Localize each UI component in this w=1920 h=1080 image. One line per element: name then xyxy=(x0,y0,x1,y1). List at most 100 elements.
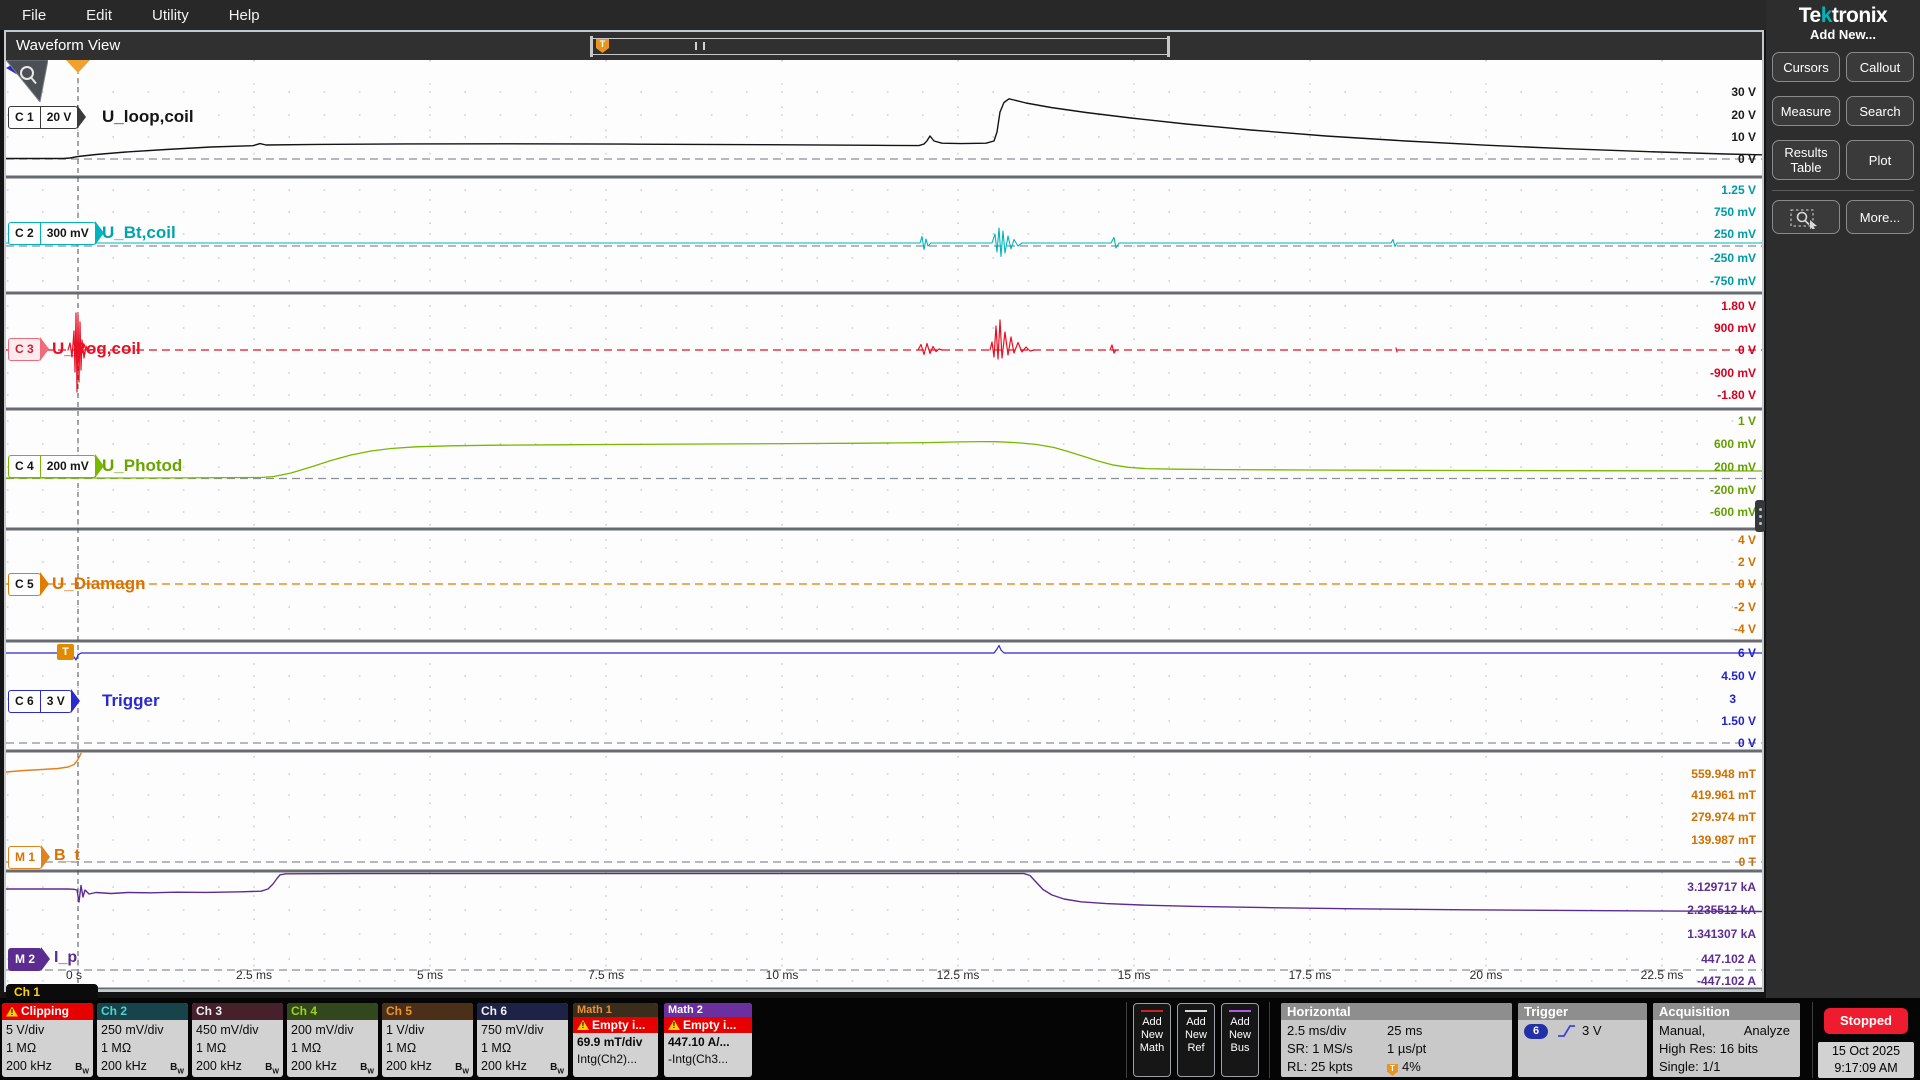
trace-m2 xyxy=(6,874,1762,912)
trace-c1 xyxy=(6,99,1762,159)
channel-id: C 1 xyxy=(9,107,40,128)
menu-utility[interactable]: Utility xyxy=(152,7,189,24)
menu-file[interactable]: File xyxy=(22,7,46,24)
scale-label: 600 mV xyxy=(1714,436,1756,452)
waveform-view-title: Waveform View xyxy=(6,37,120,54)
channel-label-c1[interactable]: U_loop,coil xyxy=(102,107,194,127)
scale-label: 4 V xyxy=(1738,532,1756,548)
channel-label-c5[interactable]: U_Diamagn xyxy=(52,574,146,594)
x-tick-label: 17.5 ms xyxy=(1280,968,1340,983)
x-tick-label: 10 ms xyxy=(752,968,812,983)
channel-handle-c4[interactable]: C 4 200 mV xyxy=(8,455,96,478)
scale-label: 447.102 A xyxy=(1701,951,1756,967)
record-left-cap xyxy=(590,36,593,57)
run-stop-status-button[interactable]: Stopped xyxy=(1824,1008,1908,1034)
add-new-label[interactable]: Add New... xyxy=(1766,27,1920,43)
channel-label-c3[interactable]: U_Rog,coil xyxy=(52,339,141,359)
x-tick-label: 2.5 ms xyxy=(224,968,284,983)
scale-label: -600 mV xyxy=(1710,504,1756,520)
channel-handle-c3[interactable]: C 3 xyxy=(8,338,41,361)
channel-handle-c2[interactable]: C 2 300 mV xyxy=(8,222,96,245)
trigger-position-marker[interactable]: T xyxy=(596,39,609,53)
channel-badge-ch3[interactable]: Ch 3 450 mV/div1 MΩ 200 kHzBW xyxy=(192,1003,283,1077)
math2-badge[interactable]: Math 2 !Empty i... 447.10 A/...-Intg(Ch3… xyxy=(664,1003,752,1077)
scale-label: 750 mV xyxy=(1714,204,1756,220)
channel-badge-ch5[interactable]: Ch 5 1 V/div1 MΩ 200 kHzBW xyxy=(382,1003,473,1077)
math-waveform-icon xyxy=(1141,1010,1163,1012)
callout-button[interactable]: Callout xyxy=(1846,52,1914,82)
results-table-button[interactable]: Results Table xyxy=(1772,140,1840,180)
zoom-mode-icon xyxy=(1790,205,1822,229)
scale-label: -200 mV xyxy=(1710,482,1756,498)
channel-id: C 5 xyxy=(9,574,40,595)
graticule: 30 V 20 V 10 V 0 V 1.25 V 750 mV 250 mV … xyxy=(6,60,1762,990)
scale-label: 4.50 V xyxy=(1721,668,1756,684)
channel-handle-c5[interactable]: C 5 xyxy=(8,573,41,596)
scale-label: 1.341307 kA xyxy=(1687,926,1756,942)
add-new-math-button[interactable]: Add New Math xyxy=(1133,1003,1171,1077)
scale-label: 1.25 V xyxy=(1721,182,1756,198)
channel-label-c2[interactable]: U_Bt,coil xyxy=(102,223,176,243)
channel-label-m1[interactable]: B_t xyxy=(54,846,80,866)
panel-divider xyxy=(1772,190,1914,191)
channel-handle-c6[interactable]: C 6 3 V xyxy=(8,690,72,713)
scale-label: 0 V xyxy=(1738,576,1756,592)
trigger-source-number: 6 xyxy=(1524,1024,1548,1039)
bus-waveform-icon xyxy=(1229,1010,1251,1012)
channel-scale: 300 mV xyxy=(40,223,95,244)
channel-label-m2[interactable]: I_p xyxy=(54,948,77,968)
scale-label: 250 mV xyxy=(1714,226,1756,242)
channel-badge-ch2[interactable]: Ch 2 250 mV/div1 MΩ 200 kHzBW xyxy=(97,1003,188,1077)
channel-handle-m2[interactable]: M 2 xyxy=(8,948,42,971)
search-button[interactable]: Search xyxy=(1846,96,1914,126)
trigger-source-badge[interactable]: T xyxy=(57,644,74,660)
zoom-mode-button[interactable] xyxy=(1772,200,1840,234)
measure-button[interactable]: Measure xyxy=(1772,96,1840,126)
panel-drag-handle-icon[interactable] xyxy=(1755,500,1765,532)
menu-bar: File Edit Utility Help xyxy=(0,0,1766,30)
expansion-tick xyxy=(703,42,705,50)
scale-label: 6 V xyxy=(1738,645,1756,661)
trigger-panel[interactable]: Trigger 6 3 V xyxy=(1518,1003,1647,1077)
bottom-separator xyxy=(1812,1002,1813,1078)
x-tick-label: 22.5 ms xyxy=(1632,968,1692,983)
menu-help[interactable]: Help xyxy=(229,7,260,24)
channel-id: C 6 xyxy=(9,691,40,712)
record-right-cap xyxy=(1167,36,1170,57)
scale-label: 0 V xyxy=(1738,151,1756,167)
channel-id: C 4 xyxy=(9,456,40,477)
trigger-position-top-marker[interactable] xyxy=(66,60,90,73)
channel-scale: 20 V xyxy=(40,107,78,128)
channel-badge-ch1[interactable]: !Clipping 5 V/div1 MΩ 200 kHzBW xyxy=(2,1003,93,1077)
channel-badge-ch4[interactable]: Ch 4 200 mV/div1 MΩ 200 kHzBW xyxy=(287,1003,378,1077)
scale-label: 0 T xyxy=(1739,854,1756,870)
zoom-corner-icon[interactable] xyxy=(6,60,48,102)
scale-label: 900 mV xyxy=(1714,320,1756,336)
channel-badge-ch6[interactable]: Ch 6 750 mV/div1 MΩ 200 kHzBW xyxy=(477,1003,568,1077)
scale-label: 200 mV xyxy=(1714,459,1756,475)
math1-badge[interactable]: Math 1 !Empty i... 69.9 mT/divIntg(Ch2).… xyxy=(573,1003,658,1077)
horizontal-panel[interactable]: Horizontal 2.5 ms/div25 ms SR: 1 MS/s1 µ… xyxy=(1281,1003,1512,1077)
trace-m1 xyxy=(6,754,81,773)
add-new-bus-button[interactable]: Add New Bus xyxy=(1221,1003,1259,1077)
scale-label: 419.961 mT xyxy=(1691,787,1756,803)
more-button[interactable]: More... xyxy=(1846,200,1914,234)
expansion-tick xyxy=(695,42,697,50)
channel-label-c6[interactable]: Trigger xyxy=(102,691,160,711)
channel-label-c4[interactable]: U_Photod xyxy=(102,456,182,476)
trace-c2 xyxy=(6,228,1762,257)
selected-channel-tab[interactable]: Ch 1 xyxy=(6,984,98,1000)
cursors-button[interactable]: Cursors xyxy=(1772,52,1840,82)
menu-edit[interactable]: Edit xyxy=(86,7,112,24)
x-tick-label: 7.5 ms xyxy=(576,968,636,983)
record-view-bracket[interactable]: T xyxy=(590,38,1170,55)
slope-rising-icon xyxy=(1556,1023,1576,1039)
channel-handle-c1[interactable]: C 1 20 V xyxy=(8,106,78,129)
add-new-ref-button[interactable]: Add New Ref xyxy=(1177,1003,1215,1077)
scale-label: -4 V xyxy=(1734,621,1756,637)
x-tick-label: 15 ms xyxy=(1104,968,1164,983)
acquisition-panel[interactable]: Acquisition Manual,Analyze High Res: 16 … xyxy=(1653,1003,1800,1077)
trigger-position-icon: T xyxy=(1387,1064,1398,1076)
plot-button[interactable]: Plot xyxy=(1846,140,1914,180)
channel-handle-m1[interactable]: M 1 xyxy=(8,846,42,869)
